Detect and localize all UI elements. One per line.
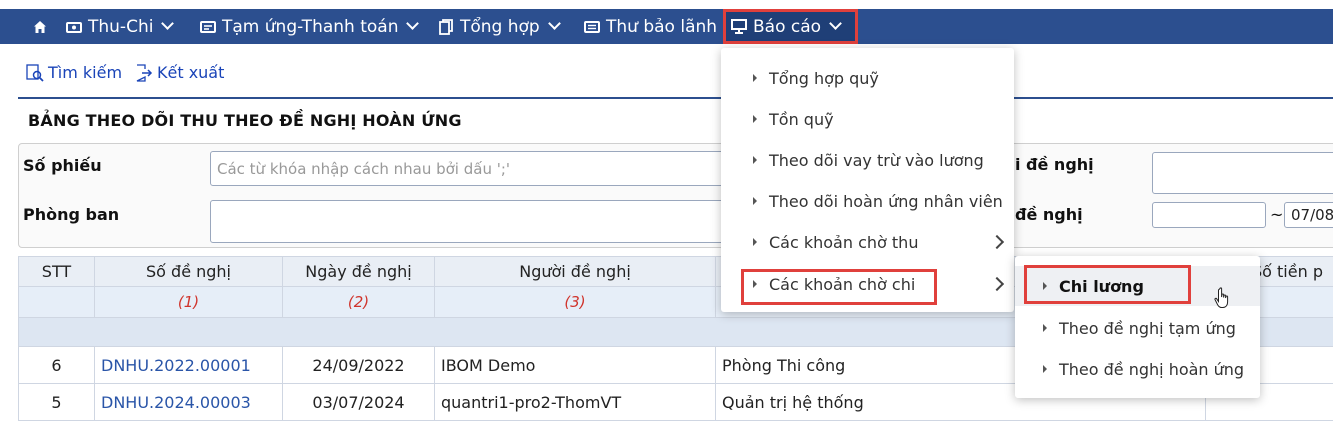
hand-cursor-icon <box>1214 287 1232 313</box>
nav-home[interactable] <box>32 9 54 44</box>
right-filter-label-1: i đề nghị <box>1015 155 1094 174</box>
column-header-stt[interactable]: STT <box>19 257 95 287</box>
column-header-so-de-nghi[interactable]: Số đề nghị <box>95 257 283 287</box>
bullet-icon <box>1043 324 1047 332</box>
letter-icon <box>584 19 600 35</box>
export-label: Kết xuất <box>157 63 224 82</box>
menu-item-cac-khoan-cho-thu[interactable]: Các khoản chờ thu <box>721 222 1014 262</box>
menu-item-tong-hop-quy[interactable]: Tổng hợp quỹ <box>721 58 1014 98</box>
menu-item-theo-doi-vay-tru-vao-luong[interactable]: Theo dõi vay trừ vào lương <box>721 140 1014 180</box>
date-to-input[interactable]: 07/08/ <box>1284 202 1333 228</box>
nav-tong-hop[interactable]: Tổng hợp <box>438 9 559 44</box>
chevron-down-icon <box>829 17 842 30</box>
submenu-item-theo-de-nghi-tam-ung[interactable]: Theo đề nghị tạm ứng <box>1015 308 1260 348</box>
chevron-down-icon <box>162 17 175 30</box>
search-label: Tìm kiếm <box>48 63 122 82</box>
menu-item-label: Tổng hợp quỹ <box>769 69 879 88</box>
stt-cell: 6 <box>19 347 95 384</box>
right-filter-input-1[interactable] <box>1152 152 1333 194</box>
submenu-item-theo-de-nghi-hoan-ung[interactable]: Theo đề nghị hoàn ứng <box>1015 349 1260 389</box>
nav-thu-bao-lanh[interactable]: Thư bảo lãnh <box>584 9 717 44</box>
money-icon <box>66 19 82 35</box>
export-icon <box>135 64 153 82</box>
nguoi-cell: IBOM Demo <box>435 347 716 384</box>
index-cell <box>19 287 95 318</box>
column-header-nguoi-de-nghi[interactable]: Người đề nghị <box>435 257 716 287</box>
highlight-box <box>1024 265 1191 304</box>
nav-tam-ung-thanh-toan[interactable]: Tạm ứng-Thanh toán <box>200 9 417 44</box>
nav-thu-chi[interactable]: Thu-Chi <box>66 9 172 44</box>
copy-icon <box>438 19 454 35</box>
submenu-item-label: Theo đề nghị hoàn ứng <box>1059 360 1244 379</box>
nguoi-cell: quantri1-pro2-ThomVT <box>435 384 716 421</box>
date-separator: ~ <box>1270 205 1283 224</box>
phong-ban-label: Phòng ban <box>23 205 119 224</box>
bullet-icon <box>753 238 757 246</box>
nav-label: Thu-Chi <box>88 17 153 37</box>
phong-ban-input[interactable] <box>210 200 730 243</box>
search-button[interactable]: Tìm kiếm <box>26 63 122 82</box>
advance-icon <box>200 19 216 35</box>
nav-label: Tổng hợp <box>460 17 540 37</box>
stt-cell: 5 <box>19 384 95 421</box>
chevron-right-icon <box>990 235 1004 249</box>
index-cell: (3) <box>435 287 716 318</box>
menu-item-label: Tồn quỹ <box>769 110 834 129</box>
toolbar-divider <box>18 97 1333 99</box>
column-header-ngay-de-nghi[interactable]: Ngày đề nghị <box>283 257 435 287</box>
menu-item-label: Theo dõi hoàn ứng nhân viên <box>769 192 1003 211</box>
bullet-icon <box>753 197 757 205</box>
home-icon <box>32 19 48 35</box>
index-cell: (1) <box>95 287 283 318</box>
search-icon <box>26 64 44 82</box>
nav-label: Tạm ứng-Thanh toán <box>222 17 398 37</box>
menu-item-theo-doi-hoan-ung-nhan-vien[interactable]: Theo dõi hoàn ứng nhân viên <box>721 181 1014 221</box>
monitor-icon <box>731 19 747 35</box>
nav-label: Thư bảo lãnh <box>606 17 717 37</box>
index-cell: (2) <box>283 287 435 318</box>
chevron-right-icon <box>990 277 1004 291</box>
nav-label: Báo cáo <box>753 17 821 37</box>
ngay-cell: 24/09/2022 <box>283 347 435 384</box>
right-filter-label-2: đề nghị <box>1015 205 1083 224</box>
bullet-icon <box>1043 365 1047 373</box>
so-de-nghi-link[interactable]: DNHU.2024.00003 <box>95 384 283 421</box>
menu-item-label: Các khoản chờ thu <box>769 233 918 252</box>
menu-item-ton-quy[interactable]: Tồn quỹ <box>721 99 1014 139</box>
chevron-down-icon <box>407 17 420 30</box>
submenu-item-label: Theo đề nghị tạm ứng <box>1059 319 1236 338</box>
chevron-down-icon <box>548 17 561 30</box>
nav-bao-cao[interactable]: Báo cáo <box>723 9 858 44</box>
export-button[interactable]: Kết xuất <box>135 63 224 82</box>
so-phieu-input[interactable]: Các từ khóa nhập cách nhau bởi dấu ';' <box>210 151 730 186</box>
ngay-cell: 03/07/2024 <box>283 384 435 421</box>
page-title: BẢNG THEO DÕI THU THEO ĐỀ NGHỊ HOÀN ỨNG <box>28 111 462 130</box>
bullet-icon <box>753 156 757 164</box>
so-phieu-label: Số phiếu <box>23 156 102 175</box>
date-from-input[interactable] <box>1152 202 1266 228</box>
bullet-icon <box>753 115 757 123</box>
highlight-box <box>741 269 937 305</box>
bullet-icon <box>753 74 757 82</box>
menu-item-label: Theo dõi vay trừ vào lương <box>769 151 984 170</box>
top-navigation-bar: Thu-Chi Tạm ứng-Thanh toán Tổng hợp Thư … <box>0 9 1333 44</box>
so-de-nghi-link[interactable]: DNHU.2022.00001 <box>95 347 283 384</box>
